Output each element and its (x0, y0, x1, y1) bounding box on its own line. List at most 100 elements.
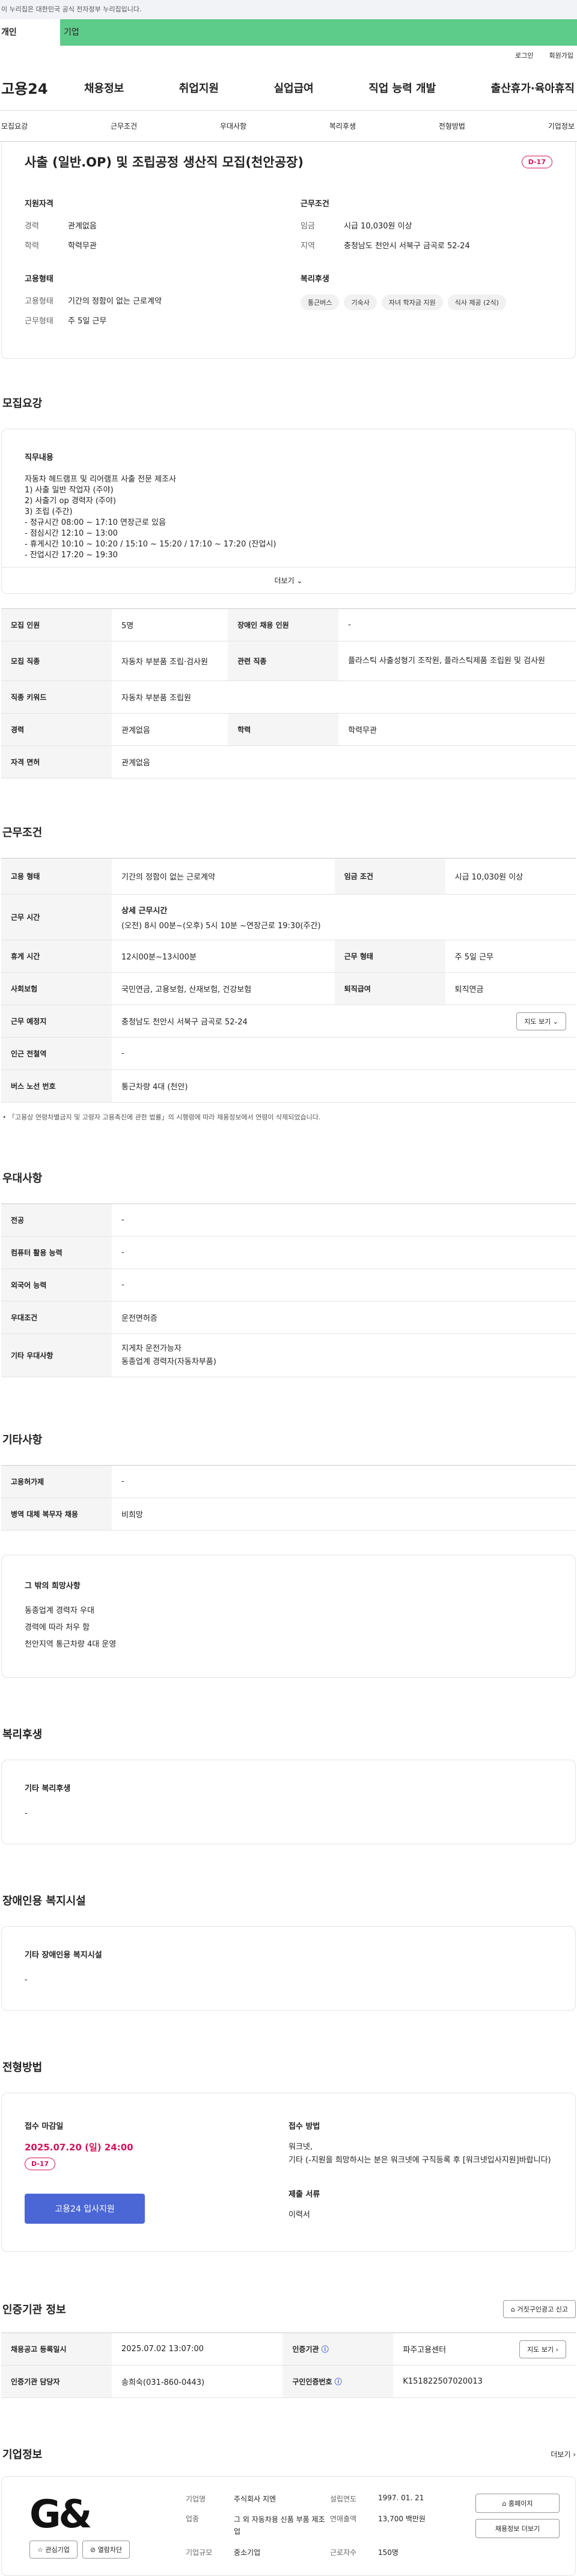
company-label: 기업규모 (186, 2548, 213, 2557)
chevron-down-icon: ⌄ (552, 1017, 558, 1026)
cell-value: 기간의 정함이 없는 근로계약 (112, 858, 335, 895)
cell-value: 비희망 (112, 1498, 576, 1531)
process-card: 접수 마감일 2025.07.20 (일) 24:00 D-17 고용24 입사… (1, 2093, 576, 2252)
tab-welfare[interactable]: 복리후생 (329, 121, 356, 131)
etc-wish-card: 그 밖의 희망사항 동종업계 경력자 우대 경력에 따라 처우 함 천안지역 통… (1, 1555, 576, 1678)
cell-value: 관계없음 (112, 745, 576, 779)
site-logo[interactable]: 고용24 (0, 77, 84, 98)
summary-value: 학력무관 (68, 242, 97, 251)
company-value: 13,700 백만원 (378, 2515, 426, 2523)
cell-value: 상세 근무시간 (오전) 8시 00분~(오후) 5시 10분 ~연장근로 19… (112, 894, 576, 940)
cell-label: 사회보험 (1, 972, 112, 1005)
job-title: 사출 (일반.OP) 및 조립공정 생산직 모집(천안공장) (25, 155, 304, 170)
company-more-link[interactable]: 더보기 › (551, 2449, 576, 2459)
wish-line: 경력에 따라 처우 함 (25, 1623, 90, 1632)
duty-line: 1) 사출 일반 작업자 (주야) (25, 486, 114, 495)
cell-value: - (112, 1204, 576, 1237)
wish-line: 천안지역 통근차량 4대 운영 (25, 1640, 117, 1649)
summary-conditions: 근무조건 임금 시급 10,030원 이상 지역 충청남도 천안시 서북구 금곡로 … (301, 197, 552, 259)
cell-value: - (338, 608, 576, 641)
table-row: 경력 관계없음 학력 학력무관 (1, 713, 576, 746)
cell-value: - (112, 1268, 576, 1302)
table-row: 우대조건 운전면허증 (1, 1301, 576, 1334)
company-header: 기업정보 더보기 › (1, 2446, 576, 2462)
gnb-item-unemployment[interactable]: 실업급여 (274, 80, 314, 96)
summary-employment: 고용형태 고용형태 기간의 정함이 없는 근로계약 근무형태 주 5일 근무 (25, 272, 276, 334)
cell-value: 송희숙(031-860-0443) (112, 2365, 283, 2398)
summary-value: 관계없음 (68, 222, 97, 231)
etc-section-title: 기타사항 (2, 1434, 43, 1446)
tab-pref[interactable]: 우대사항 (220, 121, 246, 131)
map-btn-label: 지도 보기 (524, 1017, 551, 1026)
cell-value: 퇴직연금 (445, 972, 576, 1005)
welfare-chip: 통근버스 (301, 295, 340, 310)
tab-work[interactable]: 근무조건 (111, 121, 137, 131)
duty-line: 3) 조립 (주간) (25, 507, 73, 516)
deadline-value: 2025.07.20 (일) 24:00 (25, 2142, 133, 2153)
info-icon[interactable]: ⓘ (322, 2345, 329, 2354)
tab-company[interactable]: 기업정보 (548, 121, 575, 131)
report-button[interactable]: ⌂ 거짓구인광고 신고 (503, 2300, 576, 2318)
cell-value: 자동차 부분품 조립·검사원 (112, 641, 228, 681)
cell-value: 통근차량 4대 (천안) (112, 1069, 576, 1103)
disabled-section-title: 장애인용 복지시설 (2, 1895, 86, 1908)
welfare-box-value: - (25, 1809, 28, 1818)
block-view-button[interactable]: ⊘ 열람차단 (82, 2541, 130, 2559)
tab-company[interactable]: 기업 (60, 19, 577, 46)
gnb-item-leave[interactable]: 출산휴가·육아휴직 (491, 80, 575, 96)
company-logo: G& (17, 2494, 186, 2536)
cell-value: 12시00분~13시00분 (112, 940, 335, 973)
cell-value: 파주고용센터 지도 보기 › (393, 2333, 576, 2366)
table-row: 전공 - (1, 1204, 576, 1237)
company-value: 150명 (378, 2548, 398, 2557)
gnb-item-jobs[interactable]: 채용정보 (84, 80, 124, 96)
dday-badge: D-17 (25, 2158, 56, 2170)
agency-map-button[interactable]: 지도 보기 › (519, 2340, 566, 2358)
company-value: 중소기업 (234, 2548, 261, 2557)
summary-label: 지역 (301, 242, 315, 251)
cell-label: 근무 예정지 (1, 1005, 112, 1038)
cell-value: 2025.07.02 13:07:00 (112, 2333, 283, 2366)
conditions-heading: 근무조건 (301, 200, 329, 209)
cell-value: 플라스틱 사출성형기 조작원, 플라스틱제품 조립원 및 검사원 (338, 641, 576, 681)
cell-label: 퇴직급여 (334, 972, 445, 1005)
report-btn-label: 거짓구인광고 신고 (517, 2305, 568, 2313)
duty-line: - 점심시간 12:10 ~ 13:00 (25, 529, 118, 538)
fav-company-button[interactable]: ☆ 관심기업 (29, 2541, 78, 2559)
summary-qualification: 지원자격 경력 관계없음 학력 학력무관 (25, 197, 276, 259)
table-row: 기타 우대사항 지게차 운전가능자 동종업계 경력자(자동차부품) (1, 1333, 576, 1377)
company-section-title: 기업정보 (2, 2449, 43, 2461)
age-note-text: 「고용상 연령차별금지 및 고령자 고용촉진에 관한 법률」의 시행령에 따라 … (8, 1113, 321, 1121)
cell-label: 자격 면허 (1, 745, 112, 779)
cell-label: 버스 노선 번호 (1, 1069, 112, 1103)
tab-recruit[interactable]: 모집요강 (1, 121, 28, 131)
method-line: 기타 (-지원을 희망하시는 분은 워크넷에 구직등록 후 [워크넷입사지원]바… (288, 2156, 551, 2165)
tab-person[interactable]: 개인 (0, 19, 60, 46)
age-note: • 「고용상 연령차별금지 및 고령자 고용촉진에 관한 법률」의 시행령에 따… (2, 1113, 321, 1121)
cell-label: 기타 우대사항 (1, 1333, 112, 1377)
company-jobs-button[interactable]: 채용정보 더보기 (475, 2519, 560, 2538)
cell-value: 관계없음 (112, 713, 228, 746)
join-link[interactable]: 회원가입 (549, 50, 573, 60)
tab-process[interactable]: 전형방법 (439, 121, 465, 131)
cell-label: 근무 형태 (334, 940, 445, 973)
cell-value: 지게차 운전가능자 동종업계 경력자(자동차부품) (112, 1333, 576, 1377)
org-value: 파주고용센터 (403, 2346, 447, 2355)
map-btn-label: 지도 보기 (527, 2345, 554, 2354)
cell-value: K151822507020013 (393, 2365, 576, 2398)
login-link[interactable]: 로그인 (515, 50, 533, 60)
info-icon[interactable]: ⓘ (335, 2378, 342, 2386)
map-view-button[interactable]: 지도 보기 ⌄ (516, 1012, 566, 1030)
etc-table: 고용허가제 - 병역 대체 복무자 채용 비희망 (1, 1465, 576, 1531)
deadline-block: 접수 마감일 2025.07.20 (일) 24:00 D-17 고용24 입사… (25, 2120, 288, 2224)
cell-label: 채용공고 등록일시 (1, 2333, 112, 2366)
gnb-item-support[interactable]: 취업지원 (179, 80, 219, 96)
duty-more-button[interactable]: 더보기 ⌄ (2, 567, 575, 593)
homepage-button[interactable]: ⌂ 홈페이지 (475, 2494, 560, 2513)
gnb-item-training[interactable]: 직업 능력 개발 (368, 80, 436, 96)
summary-label: 경력 (25, 222, 39, 231)
cell-label: 전공 (1, 1204, 112, 1237)
apply-button[interactable]: 고용24 입사지원 (25, 2194, 145, 2224)
pref-table: 전공 - 컴퓨터 활용 능력 - 외국어 능력 - 우대조건 운전면허증 기타 우대사항… (1, 1204, 576, 1377)
cell-value: 자동차 부분품 조립원 (112, 681, 576, 714)
